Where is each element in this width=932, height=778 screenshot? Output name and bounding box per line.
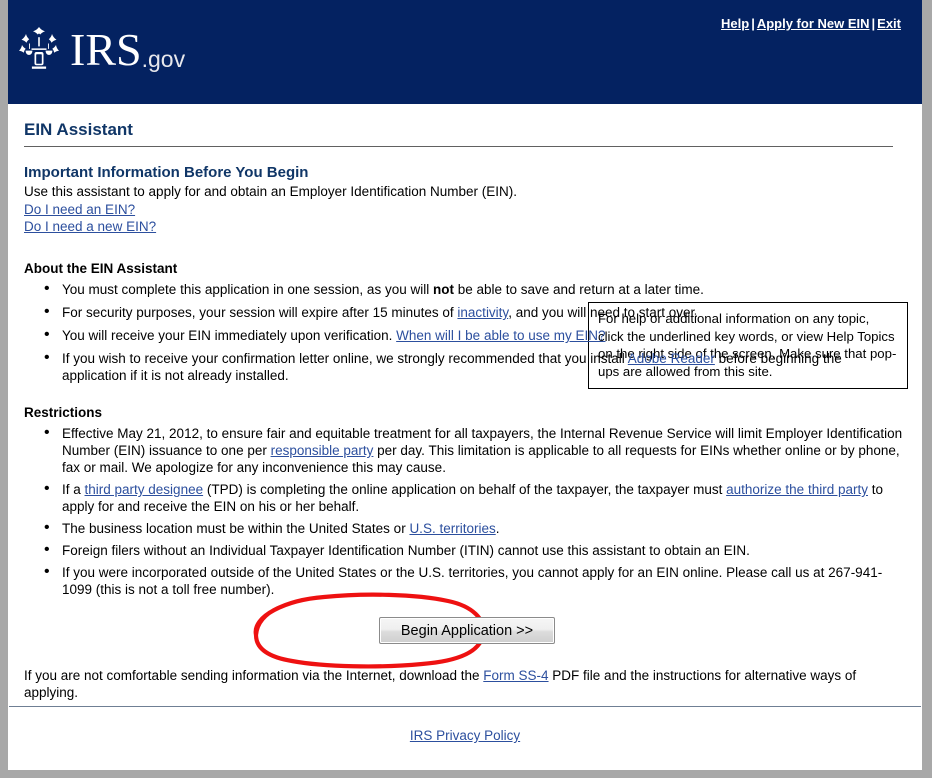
list-item: You will receive your EIN immediately up… [24, 326, 906, 344]
text-run: If you were incorporated outside of the … [62, 565, 883, 597]
footer-link-wrap: IRS Privacy Policy [8, 707, 922, 743]
list-item: You must complete this application in on… [24, 280, 906, 298]
list-item: If you wish to receive your confirmation… [24, 349, 906, 384]
title-divider [24, 146, 893, 147]
irs-wordmark: IRS [70, 24, 142, 75]
closing-paragraph: If you are not comfortable sending infor… [24, 667, 906, 701]
link-do-i-need-a-new-ein[interactable]: Do I need a new EIN? [24, 218, 906, 235]
text-run: Foreign filers without an Individual Tax… [62, 543, 750, 558]
text-run: If a [62, 482, 85, 497]
text-run: If you wish to receive your confirmation… [62, 351, 628, 366]
inline-link[interactable]: inactivity [457, 305, 508, 320]
inline-link[interactable]: U.S. territories [409, 521, 495, 536]
irs-logo[interactable]: IRS .gov [14, 17, 185, 73]
inline-link[interactable]: third party designee [85, 482, 204, 497]
nav-separator: | [751, 16, 755, 31]
page-title: EIN Assistant [24, 120, 133, 139]
list-item: Foreign filers without an Individual Tax… [24, 541, 906, 559]
nav-link-help[interactable]: Help [721, 16, 749, 31]
list-item: The business location must be within the… [24, 519, 906, 537]
main-content: EIN Assistant Important Information Befo… [8, 104, 922, 770]
nav-separator: | [871, 16, 876, 31]
restrictions-section: Restrictions Effective May 21, 2012, to … [24, 405, 906, 598]
inline-link[interactable]: responsible party [271, 443, 374, 458]
restrictions-heading: Restrictions [24, 405, 103, 420]
list-item: If you were incorporated outside of the … [24, 563, 906, 598]
header-nav: Help | Apply for New EIN | Exit [721, 16, 901, 31]
emphasis-text: not [432, 282, 454, 297]
text-run: , and you will need to start over. [508, 305, 699, 320]
nav-link-apply-for-new-ein[interactable]: Apply for New EIN [757, 16, 870, 31]
list-item: If a third party designee (TPD) is compl… [24, 480, 906, 515]
site-footer: IRS Privacy Policy [8, 706, 922, 770]
text-run: For security purposes, your session will… [62, 305, 458, 320]
text-run: be able to save and return at a later ti… [453, 282, 704, 297]
nav-link-exit[interactable]: Exit [877, 16, 901, 31]
irs-wordmark-gov: .gov [141, 46, 186, 72]
inline-link[interactable]: Adobe Reader [628, 351, 715, 366]
inline-link[interactable]: Form SS-4 [483, 668, 548, 683]
text-run: (TPD) is completing the online applicati… [203, 482, 727, 497]
intro-description: Use this assistant to apply for and obta… [24, 184, 517, 199]
text-run: You will receive your EIN immediately up… [62, 328, 397, 343]
text-run: . [495, 521, 500, 536]
site-header: IRS .gov Help | Apply for New EIN | Exit [8, 0, 922, 104]
list-item: Effective May 21, 2012, to ensure fair a… [24, 424, 906, 476]
intro-link-list: Do I need an EIN? Do I need a new EIN? [24, 201, 906, 235]
begin-application-row: Begin Application >> [24, 592, 906, 669]
about-bullet-list: You must complete this application in on… [24, 280, 906, 384]
inline-link[interactable]: When will I be able to use my EIN? [396, 328, 605, 343]
text-run: The business location must be within the… [62, 521, 410, 536]
begin-application-button[interactable]: Begin Application >> [379, 617, 555, 644]
inline-link[interactable]: authorize the third party [726, 482, 868, 497]
about-heading: About the EIN Assistant [24, 261, 178, 276]
restrictions-bullet-list: Effective May 21, 2012, to ensure fair a… [24, 424, 906, 598]
text-run: If you are not comfortable sending infor… [24, 668, 484, 683]
link-do-i-need-an-ein[interactable]: Do I need an EIN? [24, 201, 906, 218]
irs-eagle-seal-icon [19, 27, 59, 69]
browser-page: IRS .gov Help | Apply for New EIN | Exit EIN… [8, 0, 922, 770]
list-item: For security purposes, your session will… [24, 303, 906, 321]
intro-heading: Important Information Before You Begin [24, 164, 309, 181]
text-run: You must complete this application in on… [62, 282, 433, 297]
link-irs-privacy-policy[interactable]: IRS Privacy Policy [410, 728, 520, 743]
